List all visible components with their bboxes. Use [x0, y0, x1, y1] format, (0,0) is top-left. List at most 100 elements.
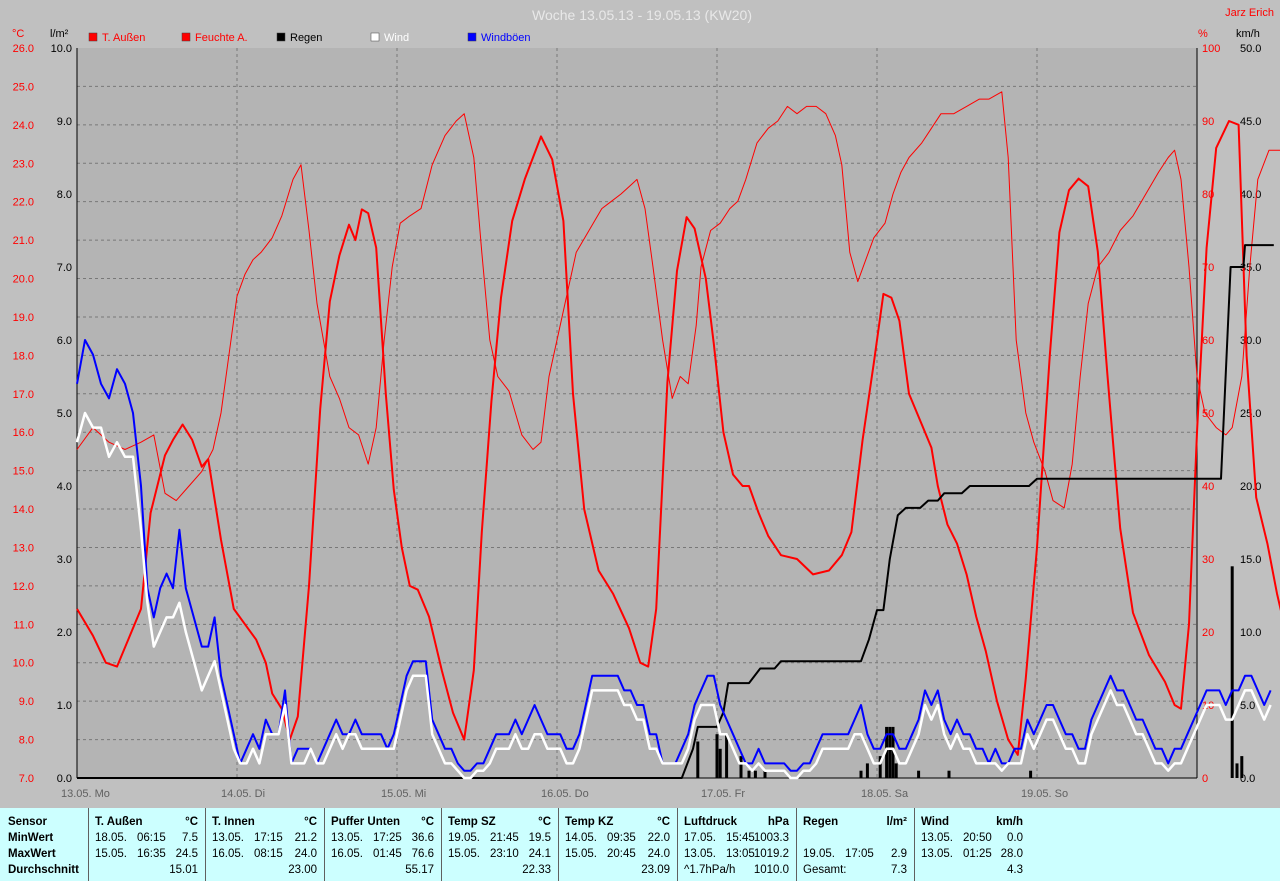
rain-bar	[718, 748, 722, 778]
stats-date: 13.05.	[212, 832, 244, 844]
stats-value: 76.6	[411, 848, 434, 860]
stats-time: 01:25	[963, 848, 992, 860]
humidity-tick-label: 60	[1202, 335, 1214, 347]
stats-column-unit: hPa	[767, 816, 789, 828]
legend-label: Feuchte A.	[195, 32, 248, 44]
x-tick-label: 13.05. Mo	[61, 788, 110, 800]
rain-tick-label: 4.0	[57, 481, 72, 493]
stats-value: 2.9	[891, 848, 907, 860]
stats-column-unit: l/m²	[886, 816, 907, 828]
temp-tick-label: 13.0	[13, 542, 34, 554]
stats-date: 13.05.	[921, 832, 953, 844]
temp-tick-label: 21.0	[13, 235, 34, 247]
stats-column-unit: km/h	[996, 816, 1023, 828]
chart-canvas: 7.0 8.0 9.0 10.0 11.0 12.0 13.0 14.0 15.0 16.0 17.…	[12, 7, 1280, 800]
rain-bar	[894, 763, 898, 778]
rain-tick-label: 5.0	[57, 408, 72, 420]
stats-column: T. Außen °C 18.05. 06:15 7.5 15.05. 16:35 24.5 1…	[88, 808, 206, 881]
stats-date: 15.05.	[565, 848, 597, 860]
stats-value: 28.0	[1000, 848, 1023, 860]
x-tick-label: 16.05. Do	[541, 788, 589, 800]
temp-tick-label: 23.0	[13, 158, 34, 170]
temp-tick-label: 7.0	[19, 773, 34, 785]
rain-bar	[1240, 756, 1244, 778]
stats-date: 18.05.	[95, 832, 127, 844]
stats-date: 14.05.	[565, 832, 597, 844]
rain-tick-label: 6.0	[57, 335, 72, 347]
humidity-tick-label: 20	[1202, 627, 1214, 639]
temp-tick-label: 25.0	[13, 81, 34, 93]
plot-area	[77, 48, 1197, 778]
stats-value: 1010.0	[753, 864, 789, 876]
legend-label: Regen	[290, 32, 322, 44]
stats-column-title: Temp SZ	[448, 816, 496, 828]
stats-value: 23.09	[641, 864, 670, 876]
stats-min-label: MinWert	[8, 832, 54, 844]
wind-tick-label: 40.0	[1240, 189, 1261, 201]
temp-tick-label: 26.0	[13, 43, 34, 55]
stats-date: ^1.7hPa/h	[684, 864, 736, 876]
stats-date: 13.05.	[331, 832, 363, 844]
stats-date: Gesamt:	[803, 864, 847, 876]
humidity-unit-label: %	[1198, 28, 1208, 40]
stats-time: 20:45	[607, 848, 636, 860]
wind-tick-label: 20.0	[1240, 481, 1261, 493]
stats-column: Puffer Unten °C 13.05. 17:25 36.6 16.05. 01:45…	[324, 808, 442, 881]
humidity-tick-label: 30	[1202, 554, 1214, 566]
stats-value: 1019.2	[753, 848, 789, 860]
stats-value: 24.5	[175, 848, 198, 860]
rain-bar	[747, 770, 751, 778]
stats-value: 7.5	[182, 832, 198, 844]
stats-column: Luftdruck hPa 17.05. 15:45 1003.3 13.05. 13:05…	[677, 808, 797, 881]
stats-value: 36.6	[411, 832, 434, 844]
legend-label: Wind	[384, 32, 409, 44]
stats-column: Regen l/m² 19.05. 17:05 2.9 Gesamt: 7.3	[796, 808, 915, 881]
rain-tick-label: 1.0	[57, 700, 72, 712]
stats-column: T. Innen °C 13.05. 17:15 21.2 16.05. 08:15 24.0…	[205, 808, 325, 881]
stats-value: 55.17	[405, 864, 434, 876]
stats-time: 20:50	[963, 832, 992, 844]
rain-bar	[725, 734, 729, 778]
wind-tick-label: 5.0	[1240, 700, 1255, 712]
stats-avg-label: Durchschnitt	[8, 864, 79, 876]
stats-value: 24.0	[294, 848, 317, 860]
stats-time: 17:15	[254, 832, 283, 844]
stats-value: 0.0	[1007, 832, 1023, 844]
stats-time: 06:15	[137, 832, 166, 844]
rain-tick-label: 9.0	[57, 116, 72, 128]
stats-time: 16:35	[137, 848, 166, 860]
stats-column-title: Puffer Unten	[331, 816, 400, 828]
humidity-tick-label: 0	[1202, 773, 1208, 785]
stats-time: 01:45	[373, 848, 402, 860]
rain-bar	[859, 770, 863, 778]
rain-tick-label: 2.0	[57, 627, 72, 639]
rain-tick-label: 10.0	[51, 43, 72, 55]
stats-time: 21:45	[490, 832, 519, 844]
temp-tick-label: 9.0	[19, 696, 34, 708]
temp-tick-label: 24.0	[13, 120, 34, 132]
stats-value: 15.01	[169, 864, 198, 876]
rain-tick-label: 8.0	[57, 189, 72, 201]
legend-swatch	[181, 32, 191, 42]
stats-date: 16.05.	[212, 848, 244, 860]
temp-tick-label: 14.0	[13, 504, 34, 516]
rain-tick-label: 3.0	[57, 554, 72, 566]
stats-column-unit: °C	[657, 816, 670, 828]
wind-tick-label: 15.0	[1240, 554, 1261, 566]
temp-tick-label: 22.0	[13, 197, 34, 209]
stats-time: 23:10	[490, 848, 519, 860]
temp-tick-label: 12.0	[13, 581, 34, 593]
stats-column-unit: °C	[538, 816, 551, 828]
humidity-tick-label: 90	[1202, 116, 1214, 128]
stats-date: 16.05.	[331, 848, 363, 860]
stats-date: 19.05.	[803, 848, 835, 860]
legend-swatch	[276, 32, 286, 42]
stats-time: 09:35	[607, 832, 636, 844]
stats-value: 23.00	[288, 864, 317, 876]
stats-column-unit: °C	[304, 816, 317, 828]
rain-bar	[696, 741, 700, 778]
legend-swatch	[88, 32, 98, 42]
stats-column: Temp KZ °C 14.05. 09:35 22.0 15.05. 20:45 24.0 2…	[558, 808, 678, 881]
stats-column-unit: °C	[421, 816, 434, 828]
x-tick-label: 19.05. So	[1021, 788, 1068, 800]
